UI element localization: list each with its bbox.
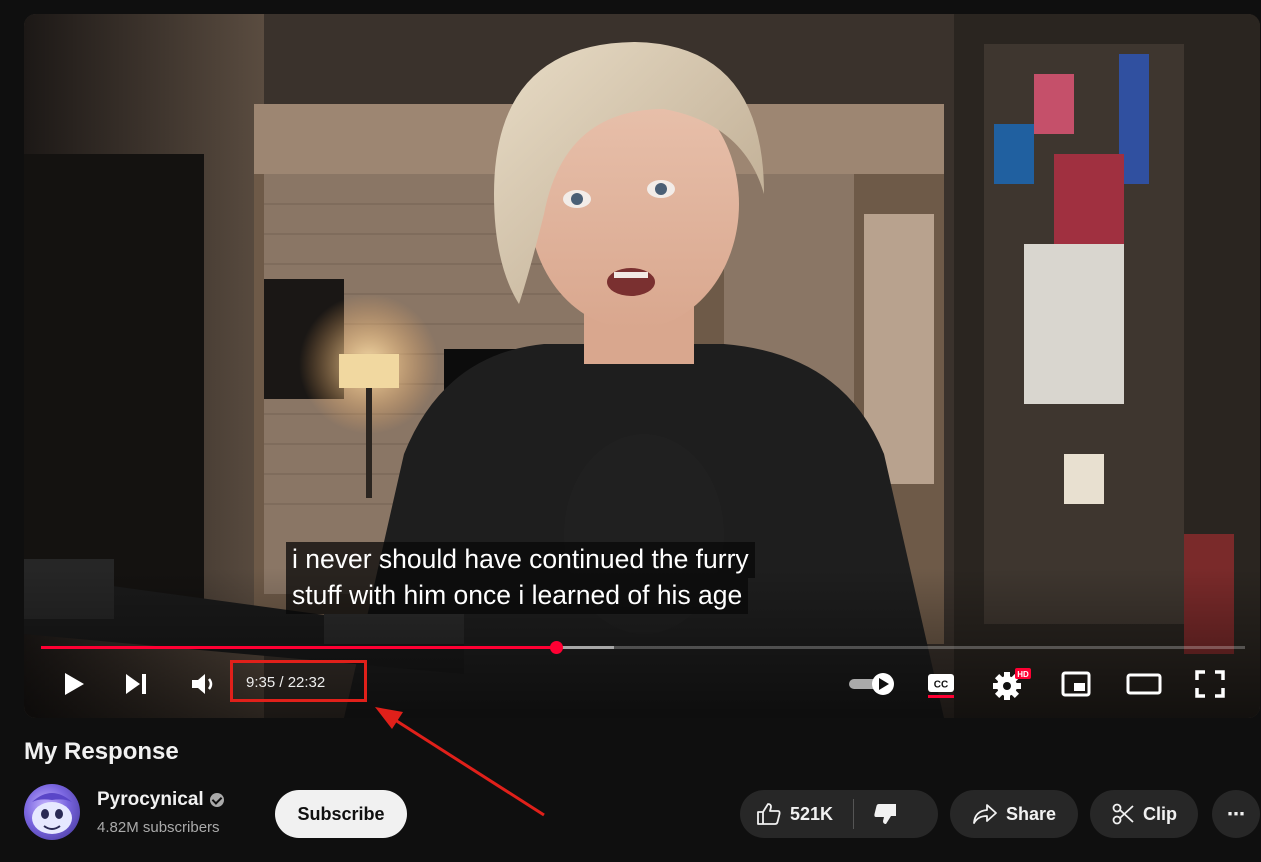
miniplayer-icon <box>1061 671 1091 697</box>
channel-name-text[interactable]: Pyrocynical <box>97 789 204 811</box>
video-title: My Response <box>24 738 179 765</box>
hd-badge: HD <box>1017 670 1029 679</box>
settings-button[interactable]: HD <box>990 662 1032 706</box>
next-icon <box>126 674 146 694</box>
share-label: Share <box>1005 803 1057 824</box>
player-controls: 9:35 / 22:32 CC HD <box>24 662 1260 706</box>
fullscreen-button[interactable] <box>1192 662 1228 706</box>
progress-played <box>41 646 557 649</box>
dislike-button[interactable] <box>854 790 898 838</box>
video-player[interactable]: i never should have continued the furry … <box>24 14 1260 718</box>
play-button[interactable] <box>56 662 92 706</box>
next-button[interactable] <box>118 662 154 706</box>
autoplay-toggle-icon <box>849 673 894 695</box>
share-button[interactable]: Share <box>950 790 1078 838</box>
share-icon <box>973 804 997 824</box>
theater-mode-icon <box>1126 673 1162 695</box>
more-icon: ⋯ <box>1227 803 1245 824</box>
progress-bar[interactable] <box>41 641 1245 654</box>
captions-icon: CC <box>928 674 954 698</box>
channel-name[interactable]: Pyrocynical <box>97 789 224 811</box>
channel-row: Pyrocynical 4.82M subscribers Subscribe … <box>24 784 1261 842</box>
theater-mode-button[interactable] <box>1124 662 1164 706</box>
svg-text:CC: CC <box>934 680 948 691</box>
scissors-icon <box>1112 803 1134 825</box>
like-button[interactable]: 521K <box>740 790 833 838</box>
thumbs-down-icon <box>874 804 897 824</box>
caption-line: i never should have continued the furry <box>286 542 755 578</box>
gear-icon: HD <box>993 668 1031 700</box>
verified-icon <box>209 793 224 807</box>
volume-icon <box>192 674 213 694</box>
subscribe-button[interactable]: Subscribe <box>275 790 407 838</box>
captions-button[interactable]: CC <box>922 662 960 706</box>
autoplay-toggle[interactable] <box>846 662 898 706</box>
avatar[interactable] <box>24 784 80 840</box>
annotation-highlight-box <box>230 660 367 702</box>
play-icon <box>65 673 84 695</box>
clip-button[interactable]: Clip <box>1090 790 1198 838</box>
more-actions-button[interactable]: ⋯ <box>1212 790 1260 838</box>
channel-avatar-icon <box>32 793 72 834</box>
fullscreen-icon <box>1195 670 1225 698</box>
clip-label: Clip <box>1143 803 1177 824</box>
miniplayer-button[interactable] <box>1058 662 1094 706</box>
thumbs-up-icon <box>757 803 781 825</box>
like-count: 521K <box>790 803 834 824</box>
subscriber-count: 4.82M subscribers <box>97 819 220 836</box>
volume-button[interactable] <box>186 662 222 706</box>
caption-line: stuff with him once i learned of his age <box>286 577 749 614</box>
like-dislike-group: 521K <box>740 790 938 838</box>
captions-overlay: i never should have continued the furry … <box>286 542 755 614</box>
